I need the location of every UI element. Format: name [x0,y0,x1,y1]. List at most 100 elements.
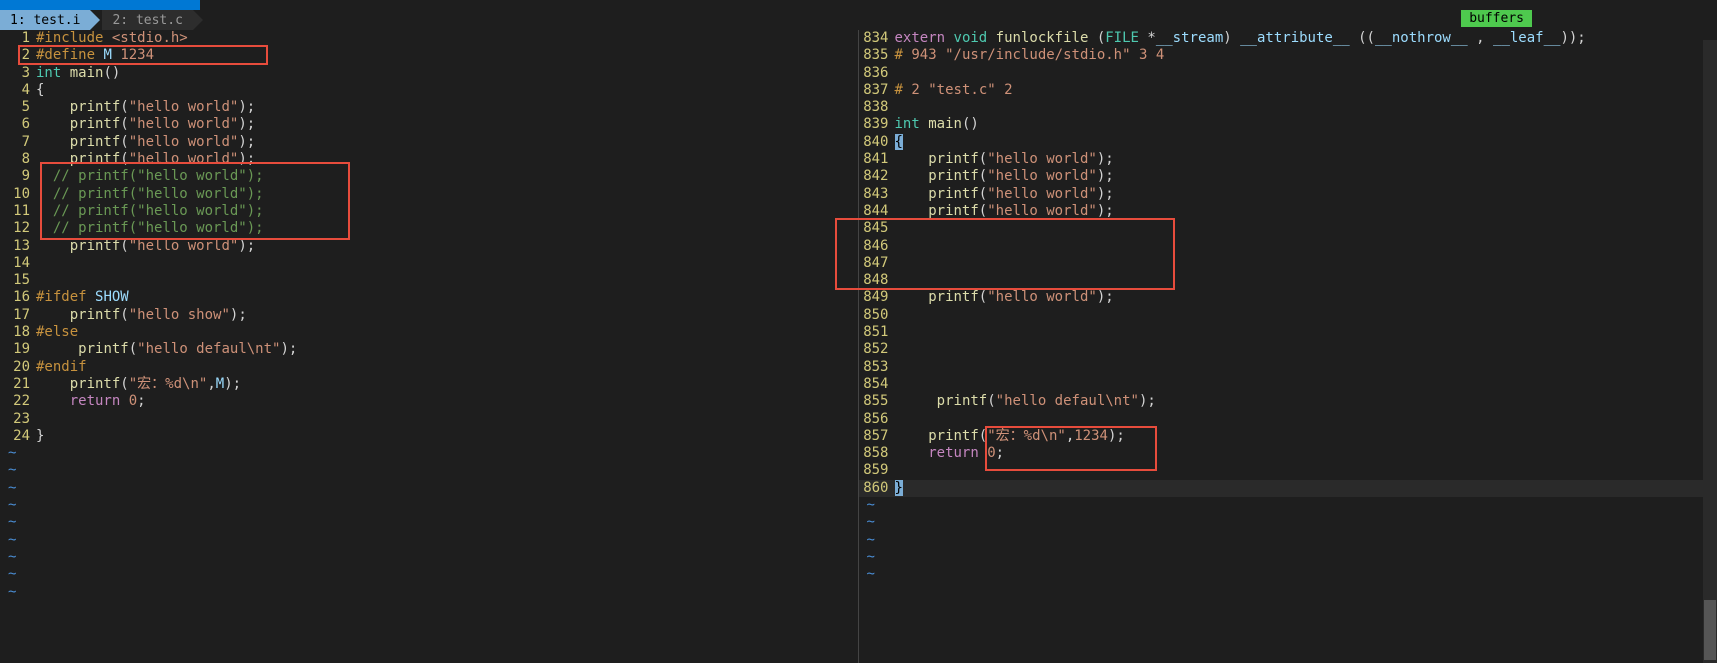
tab-index: 1: [10,13,26,28]
editor-pane-left[interactable]: 1#include <stdio.h>2#define M 12343int m… [0,30,859,663]
code-line[interactable]: 851 [859,324,1717,341]
code-line[interactable]: 838 [859,99,1717,116]
code-line[interactable]: 840{ [859,134,1717,151]
code-line[interactable]: 18#else [0,324,858,341]
tab-test-i[interactable]: 1: test.i [0,10,90,30]
code-content: printf("hello world"); [36,238,255,254]
code-content: printf("hello world"); [895,289,1114,305]
editor-pane-right[interactable]: 834extern void funlockfile (FILE *__stre… [859,30,1717,663]
code-line[interactable]: 844 printf("hello world"); [859,203,1717,220]
line-number: 22 [0,393,36,410]
code-line[interactable]: 11 // printf("hello world"); [0,203,858,220]
code-line[interactable]: 7 printf("hello world"); [0,134,858,151]
code-line[interactable]: 6 printf("hello world"); [0,116,858,133]
code-line[interactable]: 842 printf("hello world"); [859,168,1717,185]
code-line[interactable]: 2#define M 1234 [0,47,858,64]
code-content: int main() [36,65,120,81]
line-number: 2 [0,47,36,64]
code-line[interactable]: 856 [859,411,1717,428]
empty-tilde: ~ [0,532,858,549]
code-content: return 0; [36,393,146,409]
line-number: 846 [859,238,895,255]
code-content: #endif [36,359,87,375]
code-line[interactable]: 852 [859,341,1717,358]
code-line[interactable]: 841 printf("hello world"); [859,151,1717,168]
line-number: 7 [0,134,36,151]
empty-tilde: ~ [0,566,858,583]
code-line[interactable]: 855 printf("hello defaul\nt"); [859,393,1717,410]
empty-tilde: ~ [0,445,858,462]
code-line[interactable]: 853 [859,359,1717,376]
code-line[interactable]: 4{ [0,82,858,99]
scrollbar-thumb[interactable] [1704,600,1716,660]
empty-tilde: ~ [859,532,1717,549]
code-line[interactable]: 859 [859,462,1717,479]
code-line[interactable]: 19 printf("hello defaul\nt"); [0,341,858,358]
code-line[interactable]: 846 [859,238,1717,255]
line-number: 837 [859,82,895,99]
line-number: 841 [859,151,895,168]
code-line[interactable]: 5 printf("hello world"); [0,99,858,116]
line-number: 839 [859,116,895,133]
line-number: 840 [859,134,895,151]
line-number: 16 [0,289,36,306]
code-content: // printf("hello world"); [36,186,264,202]
code-line[interactable]: 9 // printf("hello world"); [0,168,858,185]
code-line[interactable]: 835# 943 "/usr/include/stdio.h" 3 4 [859,47,1717,64]
code-line[interactable]: 836 [859,65,1717,82]
line-number: 843 [859,186,895,203]
line-number: 10 [0,186,36,203]
code-line[interactable]: 848 [859,272,1717,289]
code-content: printf("hello defaul\nt"); [895,393,1156,409]
code-line[interactable]: 14 [0,255,858,272]
code-content: printf("hello world"); [895,168,1114,184]
line-number: 18 [0,324,36,341]
code-line[interactable]: 843 printf("hello world"); [859,186,1717,203]
line-number: 20 [0,359,36,376]
line-number: 4 [0,82,36,99]
scrollbar-right[interactable] [1703,40,1717,663]
code-line[interactable]: 13 printf("hello world"); [0,238,858,255]
code-line[interactable]: 858 return 0; [859,445,1717,462]
code-line[interactable]: 854 [859,376,1717,393]
code-line[interactable]: 860} [859,480,1717,497]
tab-test-c[interactable]: 2: test.c [102,10,192,30]
code-line[interactable]: 847 [859,255,1717,272]
line-number: 858 [859,445,895,462]
code-line[interactable]: 857 printf("宏：%d\n",1234); [859,428,1717,445]
tab-filename: test.i [33,13,80,28]
code-line[interactable]: 22 return 0; [0,393,858,410]
code-line[interactable]: 839int main() [859,116,1717,133]
code-content: #include <stdio.h> [36,30,188,46]
code-line[interactable]: 15 [0,272,858,289]
code-line[interactable]: 849 printf("hello world"); [859,289,1717,306]
line-number: 14 [0,255,36,272]
code-line[interactable]: 8 printf("hello world"); [0,151,858,168]
empty-tilde: ~ [859,566,1717,583]
buffers-badge[interactable]: buffers [1461,10,1532,27]
code-line[interactable]: 837# 2 "test.c" 2 [859,82,1717,99]
code-line[interactable]: 3int main() [0,65,858,82]
code-line[interactable]: 21 printf("宏：%d\n",M); [0,376,858,393]
line-number: 845 [859,220,895,237]
code-content: #define M 1234 [36,47,154,63]
code-line[interactable]: 16#ifdef SHOW [0,289,858,306]
code-line[interactable]: 23 [0,411,858,428]
code-content: printf("hello show"); [36,307,247,323]
code-line[interactable]: 12 // printf("hello world"); [0,220,858,237]
code-line[interactable]: 850 [859,307,1717,324]
code-line[interactable]: 834extern void funlockfile (FILE *__stre… [859,30,1717,47]
code-line[interactable]: 24} [0,428,858,445]
code-content: printf("hello world"); [36,99,255,115]
code-line[interactable]: 20#endif [0,359,858,376]
code-line[interactable]: 1#include <stdio.h> [0,30,858,47]
code-line[interactable]: 10 // printf("hello world"); [0,186,858,203]
code-line[interactable]: 17 printf("hello show"); [0,307,858,324]
code-content: return 0; [895,445,1005,461]
split-view: 1#include <stdio.h>2#define M 12343int m… [0,30,1717,663]
buffer-tabs: 1: test.i 2: test.c buffers [0,10,1717,30]
line-number: 852 [859,341,895,358]
code-content: #else [36,324,78,340]
line-number: 19 [0,341,36,358]
code-line[interactable]: 845 [859,220,1717,237]
